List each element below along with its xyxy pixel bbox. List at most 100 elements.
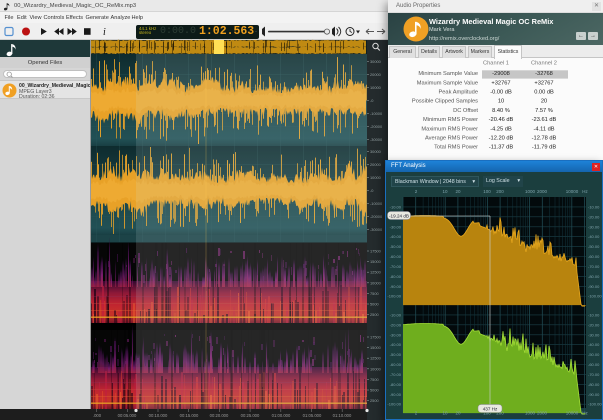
svg-text:-80.00: -80.00 <box>390 274 402 279</box>
svg-text:-80.00: -80.00 <box>588 382 600 387</box>
svg-text:5000: 5000 <box>370 302 379 307</box>
svg-text:Maximum Sample Value: Maximum Sample Value <box>417 80 478 86</box>
svg-text:-10.00: -10.00 <box>588 204 600 209</box>
svg-text:-19.24 dB: -19.24 dB <box>389 214 409 219</box>
svg-text:-20.00: -20.00 <box>588 322 600 327</box>
svg-text:00:20.000: 00:20.000 <box>210 413 229 418</box>
svg-text:01:10.000: 01:10.000 <box>333 413 352 418</box>
svg-text:-30.00: -30.00 <box>588 332 600 337</box>
svg-text:12500: 12500 <box>370 270 382 275</box>
svg-text:-12.20 dB: -12.20 dB <box>489 136 514 142</box>
svg-text:-100.00: -100.00 <box>588 402 602 407</box>
svg-text:-40.00: -40.00 <box>390 234 402 239</box>
svg-text:20: 20 <box>455 189 461 194</box>
svg-text:-20000: -20000 <box>370 214 383 219</box>
svg-text:-80.00: -80.00 <box>390 382 402 387</box>
svg-text:200: 200 <box>496 189 504 194</box>
svg-text:10000: 10000 <box>370 366 382 371</box>
svg-text:10000: 10000 <box>370 85 382 90</box>
svg-text:10: 10 <box>498 99 504 105</box>
svg-text:-10.00: -10.00 <box>588 312 600 317</box>
svg-text:-70.00: -70.00 <box>588 264 600 269</box>
svg-text:00:10.000: 00:10.000 <box>149 413 168 418</box>
svg-text:Average RMS Power: Average RMS Power <box>425 136 478 142</box>
svg-text:-70.00: -70.00 <box>588 372 600 377</box>
svg-text:-40.00: -40.00 <box>390 342 402 347</box>
svg-text:15000: 15000 <box>370 259 382 264</box>
svg-text:-50.00: -50.00 <box>390 352 402 357</box>
svg-text:Hz: Hz <box>582 189 588 194</box>
svg-text:-60.00: -60.00 <box>390 254 402 259</box>
svg-text:Possible Clipped Samples: Possible Clipped Samples <box>412 99 478 105</box>
svg-text:-29008: -29008 <box>492 71 510 77</box>
svg-text:15000: 15000 <box>370 345 382 350</box>
svg-text:-4.25 dB: -4.25 dB <box>490 126 512 132</box>
svg-text:10: 10 <box>442 189 448 194</box>
svg-text:17500: 17500 <box>370 249 382 254</box>
svg-text:2500: 2500 <box>370 312 379 317</box>
svg-text:-50.00: -50.00 <box>588 244 600 249</box>
svg-text:-30.00: -30.00 <box>588 224 600 229</box>
svg-text:-30.00: -30.00 <box>390 332 402 337</box>
svg-text:100: 100 <box>483 189 491 194</box>
svg-text:-90.00: -90.00 <box>588 392 600 397</box>
svg-text:.000: .000 <box>93 413 102 418</box>
svg-text:00:25.000: 00:25.000 <box>241 413 260 418</box>
svg-text:-20.00: -20.00 <box>588 214 600 219</box>
svg-text:-11.79 dB: -11.79 dB <box>532 145 556 151</box>
svg-text:Channel 1: Channel 1 <box>483 61 509 67</box>
svg-text:10000: 10000 <box>370 280 382 285</box>
svg-text:2500: 2500 <box>370 398 379 403</box>
svg-text:Hz: Hz <box>582 411 588 416</box>
svg-text:+32767: +32767 <box>491 80 510 86</box>
svg-text:Total RMS Power: Total RMS Power <box>434 145 478 151</box>
svg-text:00:15.000: 00:15.000 <box>180 413 199 418</box>
svg-text:7.57 %: 7.57 % <box>535 108 553 114</box>
svg-text:-80.00: -80.00 <box>588 274 600 279</box>
svg-text:-10.00: -10.00 <box>390 204 402 209</box>
svg-text:-32768: -32768 <box>535 71 553 77</box>
svg-text:10000: 10000 <box>566 411 579 416</box>
svg-text:-40.00: -40.00 <box>588 234 600 239</box>
svg-text:-23.61 dB: -23.61 dB <box>532 117 557 123</box>
svg-text:-0.00 dB: -0.00 dB <box>490 90 512 96</box>
svg-text:-60.00: -60.00 <box>390 362 402 367</box>
svg-text:-4.11 dB: -4.11 dB <box>533 126 554 132</box>
svg-text:-60.00: -60.00 <box>588 362 600 367</box>
svg-text:30000: 30000 <box>370 149 382 154</box>
svg-text:-10000: -10000 <box>370 111 383 116</box>
svg-text:-100.00: -100.00 <box>387 294 401 299</box>
svg-text:Peak Amplitude: Peak Amplitude <box>438 90 478 96</box>
svg-text:2: 2 <box>415 189 418 194</box>
svg-text:7500: 7500 <box>370 291 379 296</box>
svg-text:-60.00: -60.00 <box>588 254 600 259</box>
svg-text:5000: 5000 <box>370 388 379 393</box>
svg-text:-100.00: -100.00 <box>387 402 401 407</box>
svg-text:-40.00: -40.00 <box>588 342 600 347</box>
svg-text:1000: 1000 <box>525 189 536 194</box>
svg-text:+32767: +32767 <box>534 80 553 86</box>
svg-text:-50.00: -50.00 <box>588 352 600 357</box>
svg-text:-10000: -10000 <box>370 201 383 206</box>
svg-text:-30.00: -30.00 <box>390 224 402 229</box>
svg-text:-10.00: -10.00 <box>390 312 402 317</box>
svg-text:20: 20 <box>455 411 461 416</box>
svg-text:-20.46 dB: -20.46 dB <box>489 117 514 123</box>
svg-text:2000: 2000 <box>537 411 548 416</box>
svg-text:12500: 12500 <box>370 356 382 361</box>
svg-text:-20000: -20000 <box>370 124 383 129</box>
svg-text:-12.78 dB: -12.78 dB <box>532 136 557 142</box>
svg-text:00:05.000: 00:05.000 <box>118 413 137 418</box>
svg-text:1000: 1000 <box>525 411 536 416</box>
svg-text:-30000: -30000 <box>370 227 383 232</box>
svg-text:-11.37 dB: -11.37 dB <box>489 145 513 151</box>
svg-text:01:05.000: 01:05.000 <box>303 413 322 418</box>
svg-text:7500: 7500 <box>370 377 379 382</box>
svg-text:10000: 10000 <box>370 175 382 180</box>
svg-text:-90.00: -90.00 <box>588 284 600 289</box>
svg-text:30000: 30000 <box>370 59 382 64</box>
svg-text:-30000: -30000 <box>370 137 383 142</box>
svg-text:Minimum Sample Value: Minimum Sample Value <box>418 71 478 77</box>
svg-text:Channel 2: Channel 2 <box>531 61 557 67</box>
svg-text:Maximum RMS Power: Maximum RMS Power <box>421 126 478 132</box>
